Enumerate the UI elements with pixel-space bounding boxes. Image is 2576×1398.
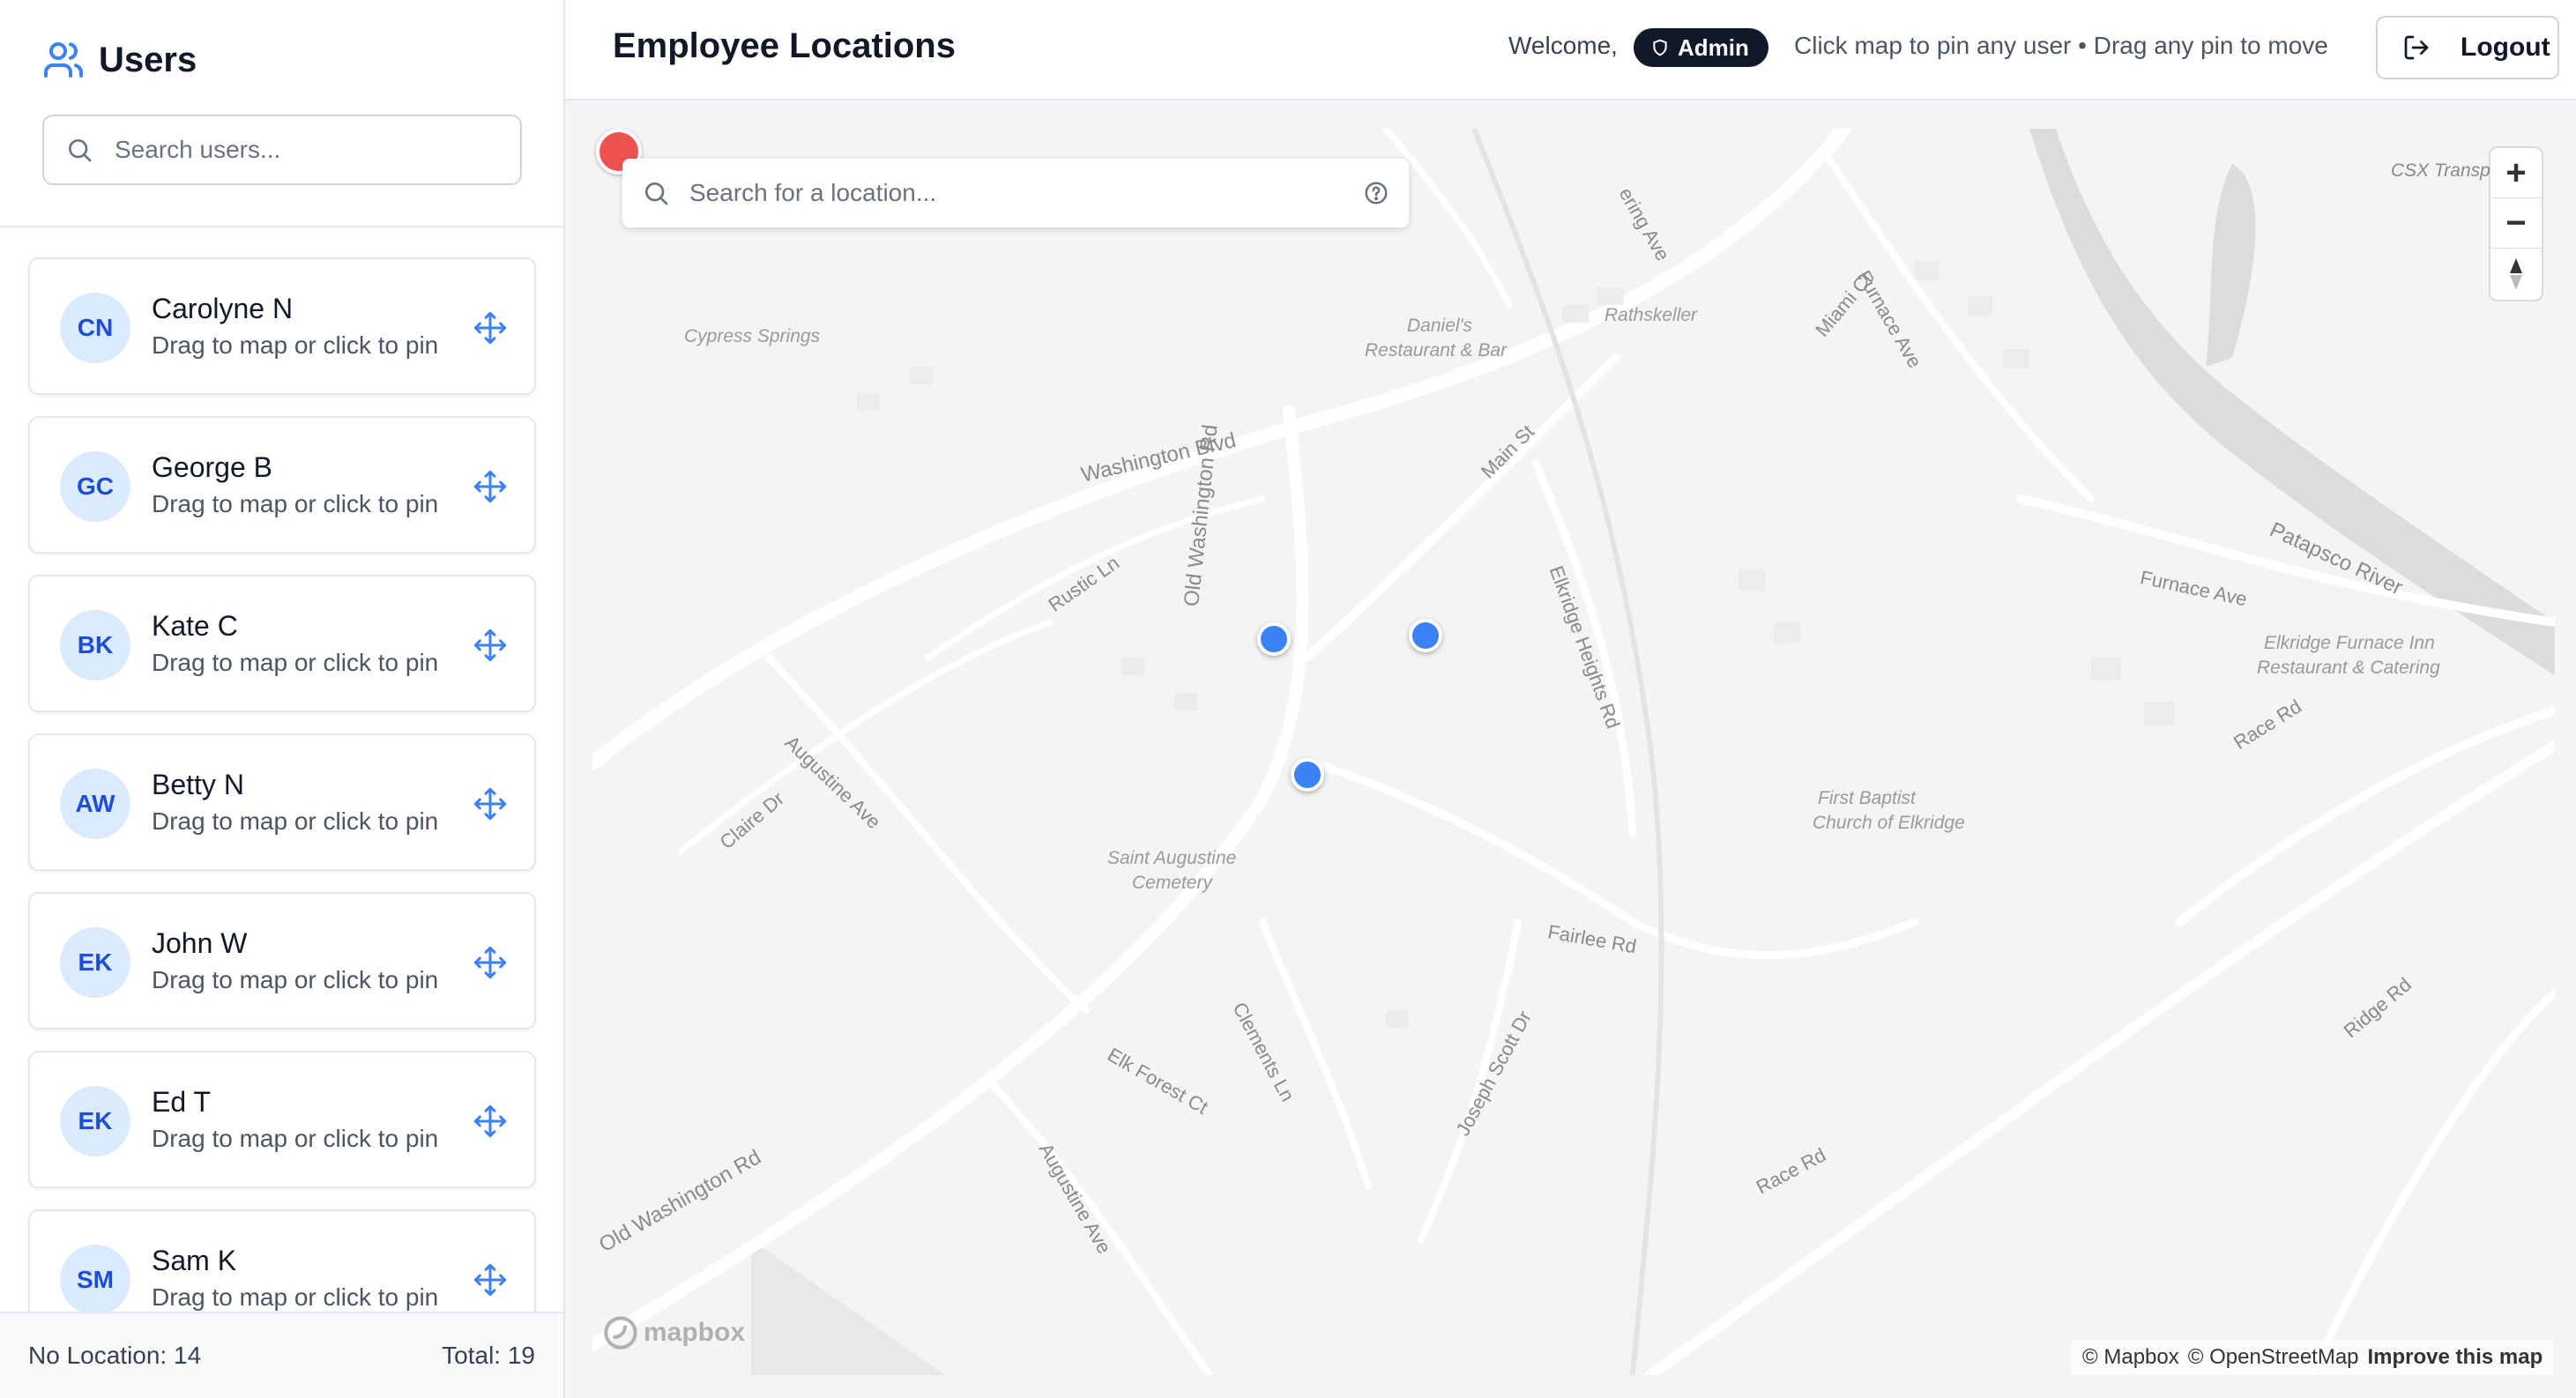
- page-title: Employee Locations: [613, 26, 956, 65]
- road-augustine: [765, 654, 1090, 1014]
- move-icon[interactable]: [473, 786, 508, 822]
- mapbox-icon: [604, 1316, 637, 1350]
- user-card[interactable]: SM Sam K Drag to map or click to pin: [28, 1209, 536, 1312]
- avatar: GC: [60, 451, 130, 522]
- compass-button[interactable]: [2490, 249, 2542, 299]
- user-hint: Drag to map or click to pin: [152, 966, 439, 993]
- user-hint: Drag to map or click to pin: [152, 331, 439, 359]
- move-icon[interactable]: [473, 1104, 508, 1139]
- road-clements: [1259, 918, 1372, 1190]
- user-hint: Drag to map or click to pin: [152, 649, 439, 676]
- avatar: AW: [60, 769, 130, 839]
- users-icon: [44, 42, 83, 78]
- avatar: BK: [60, 610, 130, 680]
- total-count: Total: 19: [442, 1342, 535, 1369]
- user-hint: Drag to map or click to pin: [152, 807, 439, 835]
- avatar: CN: [60, 293, 130, 363]
- user-card[interactable]: EK Ed T Drag to map or click to pin: [28, 1051, 536, 1188]
- road-joseph-scott: [1418, 918, 1522, 1243]
- map-attribution: © Mapbox © OpenStreetMap Improve this ma…: [2072, 1340, 2554, 1375]
- poi-daniels-1: Daniel's: [1407, 316, 1473, 336]
- user-pin[interactable]: [1257, 622, 1291, 656]
- sidebar-footer: No Location: 14 Total: 19: [0, 1312, 563, 1398]
- user-name: Sam K: [152, 1245, 237, 1276]
- welcome-text: Welcome,: [1508, 32, 1618, 59]
- poi-elkridge-furnace-2: Restaurant & Catering: [2257, 658, 2440, 678]
- move-icon[interactable]: [473, 1262, 508, 1298]
- move-icon[interactable]: [473, 945, 508, 980]
- user-hint: Drag to map or click to pin: [152, 1125, 439, 1152]
- user-search-input[interactable]: [115, 136, 503, 164]
- poi-saint-augustine-2: Cemetery: [1132, 873, 1213, 893]
- sidebar-title: Users: [99, 40, 197, 79]
- poi-first-baptist-1: First Baptist: [1818, 788, 1916, 808]
- mapbox-logo-text: mapbox: [644, 1318, 746, 1347]
- poi-elkridge-furnace-1: Elkridge Furnace Inn: [2264, 633, 2435, 653]
- move-icon[interactable]: [473, 469, 508, 504]
- avatar: SM: [60, 1245, 130, 1312]
- user-card[interactable]: EK John W Drag to map or click to pin: [28, 892, 536, 1030]
- avatar: EK: [60, 927, 130, 998]
- mapbox-logo[interactable]: mapbox: [603, 1315, 745, 1350]
- logout-icon: [2404, 35, 2429, 60]
- sidebar-header: Users: [0, 0, 563, 227]
- move-icon[interactable]: [473, 628, 508, 663]
- location-search-input[interactable]: [689, 179, 1344, 207]
- compass-icon: [2510, 257, 2522, 290]
- poi-daniels-2: Restaurant & Bar: [1365, 340, 1508, 361]
- sidebar-title-row: Users: [42, 39, 197, 81]
- map-label-csx: CSX Transp: [2391, 160, 2490, 181]
- users-sidebar: Users CN Carolyne N Drag to map or click t…: [0, 0, 565, 1398]
- user-name: Betty N: [152, 769, 244, 800]
- patapsco-river: [2029, 129, 2555, 675]
- zoom-control: + −: [2490, 148, 2542, 300]
- user-card[interactable]: GC George B Drag to map or click to pin: [28, 416, 536, 554]
- search-icon: [69, 139, 92, 162]
- app-root: Users CN Carolyne N Drag to map or click t…: [0, 0, 2576, 1398]
- land-area: [751, 1239, 945, 1375]
- logout-label: Logout: [2461, 33, 2550, 62]
- user-name: Carolyne N: [152, 293, 294, 324]
- no-location-count: No Location: 14: [28, 1342, 202, 1369]
- top-header: Employee Locations Welcome, Admin Click …: [565, 0, 2576, 100]
- map-base-layer: [592, 129, 2555, 1375]
- poi-first-baptist-2: Church of Elkridge: [1813, 813, 1965, 833]
- user-pin[interactable]: [1291, 758, 1324, 792]
- road-furnace-ave-n: [1823, 152, 2095, 502]
- user-card[interactable]: AW Betty N Drag to map or click to pin: [28, 733, 536, 871]
- improve-map-link[interactable]: Improve this map: [2368, 1345, 2543, 1370]
- user-name: George B: [152, 451, 272, 483]
- map-hint: Click map to pin any user • Drag any pin…: [1794, 32, 2328, 59]
- search-icon: [645, 182, 668, 205]
- attribution-osm-link[interactable]: © OpenStreetMap: [2188, 1345, 2359, 1370]
- user-name: John W: [152, 927, 248, 959]
- user-card[interactable]: CN Carolyne N Drag to map or click to pin: [28, 257, 536, 395]
- user-name: Ed T: [152, 1086, 211, 1118]
- zoom-in-button[interactable]: +: [2490, 148, 2542, 198]
- poi-rathskeller: Rathskeller: [1604, 305, 1698, 325]
- logout-button[interactable]: Logout: [2376, 16, 2559, 79]
- attribution-mapbox-link[interactable]: © Mapbox: [2082, 1345, 2179, 1370]
- road-ridge-rd: [2307, 988, 2555, 1375]
- help-icon[interactable]: [1363, 180, 1389, 206]
- user-pin[interactable]: [1409, 619, 1442, 652]
- avatar: EK: [60, 1086, 130, 1156]
- zoom-out-button[interactable]: −: [2490, 198, 2542, 249]
- poi-cypress-springs: Cypress Springs: [684, 326, 821, 346]
- map-canvas[interactable]: Washington Blvd Old Washington Rd Old Wa…: [592, 129, 2555, 1375]
- user-search-box[interactable]: [42, 115, 522, 185]
- user-card[interactable]: BK Kate C Drag to map or click to pin: [28, 575, 536, 712]
- road-race-rd: [1645, 740, 2555, 1375]
- move-icon[interactable]: [473, 310, 508, 346]
- location-search-box[interactable]: [622, 159, 1409, 227]
- shield-icon: [1653, 39, 1667, 56]
- role-badge: Admin: [1634, 28, 1768, 67]
- user-hint: Drag to map or click to pin: [152, 490, 439, 517]
- user-list: CN Carolyne N Drag to map or click to pin G…: [0, 229, 563, 1312]
- user-hint: Drag to map or click to pin: [152, 1283, 439, 1311]
- user-name: Kate C: [152, 610, 238, 642]
- role-badge-label: Admin: [1678, 33, 1749, 61]
- poi-saint-augustine-1: Saint Augustine: [1107, 848, 1237, 868]
- river-pond: [2206, 164, 2256, 367]
